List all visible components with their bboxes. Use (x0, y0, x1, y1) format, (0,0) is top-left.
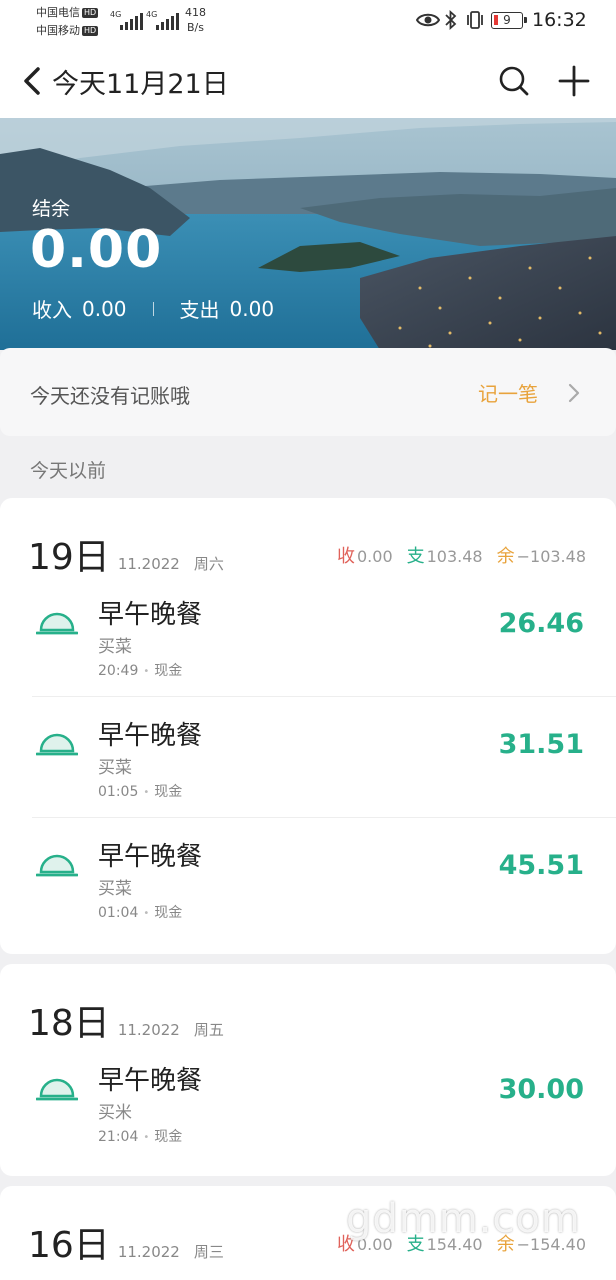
transaction-category: 早午晚餐 (98, 1066, 203, 1096)
transaction-note: 买菜 (98, 879, 132, 899)
transaction-amount: 30.00 (498, 1074, 584, 1105)
day-number: 16日 (28, 1225, 110, 1266)
summary-banner: 结余 0.00 收入 0.00 支出 0.00 (0, 118, 616, 350)
title-bar: 今天11月21日 (0, 44, 616, 118)
transaction-category: 早午晚餐 (98, 721, 203, 751)
transaction-meta: 01:04 • 现金 (98, 905, 183, 921)
day-header: 19日 11.2022 周六 (28, 528, 224, 580)
food-cover-icon (36, 854, 78, 877)
record-button[interactable]: 记一笔 (478, 378, 580, 407)
day-income: 0.00 (357, 547, 393, 566)
day-number: 18日 (28, 1003, 110, 1044)
expense-value: 0.00 (229, 296, 275, 321)
carrier-1: 中国电信 (36, 6, 80, 19)
page-title: 今天11月21日 (52, 69, 229, 100)
expense-label: 支出 (179, 298, 220, 322)
transaction-category: 早午晚餐 (98, 842, 203, 872)
hd-badge: HD (82, 8, 99, 18)
income-label: 收入 (32, 298, 72, 322)
today-empty-text: 今天还没有记账哦 (30, 384, 190, 408)
section-label: 今天以前 (30, 460, 107, 482)
transaction-meta: 20:49 • 现金 (98, 663, 183, 679)
day-weekday: 周六 (193, 555, 224, 573)
chevron-left-icon[interactable] (20, 64, 46, 98)
day-month: 11.2022 (117, 1021, 180, 1039)
income-tag: 收 (337, 546, 355, 567)
net-speed: 418 B/s (185, 6, 206, 34)
carrier-info: 中国电信 HD 中国移动 HD (36, 4, 99, 40)
day-balance: −103.48 (516, 547, 586, 566)
battery-icon: 9 (491, 12, 527, 29)
day-weekday: 周五 (193, 1021, 224, 1039)
day-expense: 103.48 (426, 547, 483, 566)
transaction-note: 买菜 (98, 758, 132, 778)
status-bar: 中国电信 HD 中国移动 HD 4G 4G 418 B/s 9 16:32 (0, 0, 616, 44)
day-card: 19日 11.2022 周六 收 0.00 支 103.48 余 −103.48 早午… (0, 498, 616, 954)
plus-icon[interactable] (557, 64, 591, 98)
transaction-item[interactable]: 早午晚餐 买菜 20:49 • 现金 26.46 (0, 576, 616, 697)
day-header: 16日 11.2022 周三 (28, 1216, 224, 1268)
divider (152, 301, 154, 316)
day-card: 18日 11.2022 周五 早午晚餐 买米 21:04 • 现金 30.00 (0, 964, 616, 1176)
food-cover-icon (36, 733, 78, 756)
clock: 16:32 (532, 9, 587, 31)
day-month: 11.2022 (117, 1243, 180, 1261)
transaction-category: 早午晚餐 (98, 600, 203, 630)
day-summary: 收 0.00 支 103.48 余 −103.48 (337, 542, 586, 568)
food-cover-icon (36, 1078, 78, 1101)
signal-icon: 4G (146, 8, 179, 30)
balance-value: 0.00 (30, 220, 163, 280)
income-value: 0.00 (82, 296, 127, 321)
income-expense-row: 收入 0.00 支出 0.00 (32, 294, 274, 323)
eye-icon (416, 13, 440, 27)
transaction-note: 买米 (98, 1103, 132, 1123)
vibrate-icon (467, 11, 483, 29)
carrier-2: 中国移动 (36, 24, 80, 37)
bluetooth-icon (445, 10, 457, 30)
transaction-item[interactable]: 早午晚餐 买菜 01:04 • 现金 45.51 (0, 818, 616, 939)
transaction-item[interactable]: 早午晚餐 买菜 01:05 • 现金 31.51 (0, 697, 616, 818)
transaction-meta: 21:04 • 现金 (98, 1129, 183, 1145)
transaction-note: 买菜 (98, 637, 132, 657)
signal-icon: 4G (110, 8, 143, 30)
day-month: 11.2022 (117, 555, 180, 573)
expense-tag: 支 (406, 546, 425, 567)
balance-tag: 余 (496, 546, 515, 567)
transaction-amount: 31.51 (498, 729, 584, 760)
food-cover-icon (36, 612, 78, 635)
transaction-amount: 26.46 (498, 608, 584, 639)
transaction-item[interactable]: 早午晚餐 买米 21:04 • 现金 30.00 (0, 1042, 616, 1163)
chevron-right-icon (568, 383, 580, 402)
day-number: 19日 (28, 537, 110, 578)
watermark: gdmm.com (346, 1196, 581, 1242)
search-icon[interactable] (498, 64, 530, 98)
day-header: 18日 11.2022 周五 (28, 994, 224, 1046)
record-label: 记一笔 (478, 382, 538, 406)
balance-label: 结余 (32, 198, 71, 220)
transaction-meta: 01:05 • 现金 (98, 784, 183, 800)
hd-badge: HD (82, 26, 99, 36)
day-weekday: 周三 (193, 1243, 224, 1261)
transaction-amount: 45.51 (498, 850, 584, 881)
today-card: 今天还没有记账哦 记一笔 (0, 348, 616, 436)
